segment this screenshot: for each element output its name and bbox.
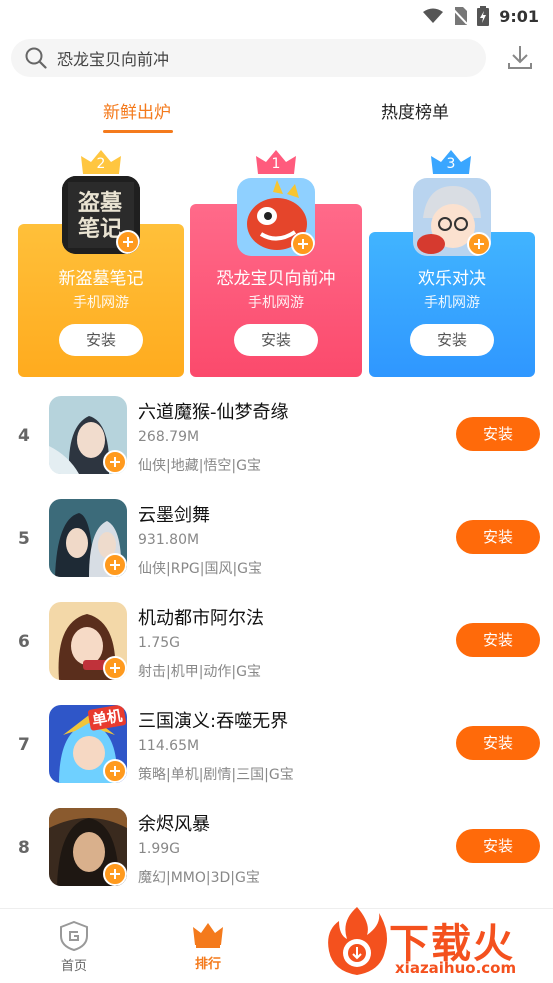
- game-icon[interactable]: 盗墓笔记: [62, 176, 140, 254]
- podium-game-name: 欢乐对决: [418, 269, 486, 289]
- game-title: 云墨剑舞: [138, 505, 210, 526]
- download-icon[interactable]: [507, 44, 533, 70]
- install-button[interactable]: 安装: [234, 324, 318, 356]
- game-size: 268.79M: [138, 429, 200, 445]
- ranking-tabs: 新鲜出炉 热度榜单: [0, 86, 553, 136]
- list-item[interactable]: 4 六道魔猴-仙梦奇缘 268.79M 仙侠|地藏|悟空|G宝 安装: [0, 388, 553, 491]
- nav-home[interactable]: 首页: [44, 921, 104, 974]
- g-coin-badge-icon: [103, 656, 127, 680]
- home-shield-icon: [60, 921, 88, 951]
- game-tags: 仙侠|RPG|国风|G宝: [138, 561, 263, 577]
- game-size: 114.65M: [138, 738, 200, 754]
- battery-icon: [477, 6, 490, 26]
- active-tab-indicator: [103, 130, 173, 133]
- crown-icon-rank-3: 3: [431, 150, 471, 174]
- list-rank: 5: [18, 529, 30, 549]
- podium-game-name: 新盗墓笔记: [58, 269, 144, 289]
- search-icon: [25, 47, 47, 69]
- status-time: 9:01: [499, 6, 539, 26]
- game-tags: 射击|机甲|动作|G宝: [138, 664, 261, 680]
- podium-game-category: 手机网游: [424, 295, 480, 311]
- crown-icon: [193, 923, 223, 948]
- podium-rank: 2: [96, 156, 106, 172]
- nav-label: 排行: [194, 957, 221, 972]
- list-item[interactable]: 7 单机 三国演义:吞噬无界 114.65M 策略|单机|剧情|三国|G宝 安装: [0, 697, 553, 800]
- wifi-icon: [423, 8, 444, 23]
- game-tags: 策略|单机|剧情|三国|G宝: [138, 767, 294, 783]
- install-button[interactable]: 安装: [456, 623, 540, 657]
- tab-hot-chart[interactable]: 热度榜单: [381, 98, 449, 123]
- install-button[interactable]: 安装: [456, 520, 540, 554]
- game-title: 六道魔猴-仙梦奇缘: [138, 402, 289, 423]
- search-text: 恐龙宝贝向前冲: [57, 50, 170, 69]
- game-icon[interactable]: [49, 396, 127, 474]
- flame-logo-icon: [328, 907, 387, 975]
- podium-game-name: 恐龙宝贝向前冲: [216, 269, 336, 289]
- g-coin-badge-icon: [103, 862, 127, 886]
- game-title: 机动都市阿尔法: [138, 608, 264, 629]
- game-size: 931.80M: [138, 532, 200, 548]
- list-rank: 6: [18, 632, 30, 652]
- search-input[interactable]: 恐龙宝贝向前冲: [11, 39, 486, 77]
- list-item[interactable]: 8 余烬风暴 1.99G 魔幻|MMO|3D|G宝 安装: [0, 800, 553, 903]
- top-three-podium: 新盗墓笔记 手机网游 安装 2 盗墓笔记 恐龙宝贝向前冲 手机网游 安装 1 欢…: [0, 146, 553, 382]
- game-tags: 魔幻|MMO|3D|G宝: [138, 870, 260, 886]
- install-button[interactable]: 安装: [59, 324, 143, 356]
- podium-rank: 1: [271, 156, 281, 172]
- g-coin-badge-icon: [103, 553, 127, 577]
- list-item[interactable]: 6 机动都市阿尔法 1.75G 射击|机甲|动作|G宝 安装: [0, 594, 553, 697]
- install-button[interactable]: 安装: [456, 726, 540, 760]
- game-icon[interactable]: 单机: [49, 705, 127, 783]
- watermark-logo: 下载火 xiazaihuo.com: [325, 903, 547, 983]
- crown-icon-rank-1: 1: [256, 150, 296, 174]
- status-bar: 9:01: [0, 0, 553, 32]
- nav-label: 首页: [60, 959, 87, 974]
- podium-rank: 3: [446, 156, 456, 172]
- game-icon[interactable]: [49, 499, 127, 577]
- g-coin-badge-icon: [103, 759, 127, 783]
- podium-game-category: 手机网游: [248, 295, 304, 311]
- game-icon[interactable]: [237, 178, 315, 256]
- list-rank: 8: [18, 838, 30, 858]
- podium-game-category: 手机网游: [73, 295, 129, 311]
- list-rank: 7: [18, 735, 30, 755]
- watermark-url: xiazaihuo.com: [395, 959, 517, 977]
- tab-fresh[interactable]: 新鲜出炉: [103, 98, 171, 123]
- list-rank: 4: [18, 426, 30, 446]
- game-title: 三国演义:吞噬无界: [138, 711, 289, 732]
- game-icon[interactable]: [413, 178, 491, 256]
- game-size: 1.75G: [138, 635, 181, 651]
- search-row: 恐龙宝贝向前冲: [0, 36, 553, 80]
- game-size: 1.99G: [138, 841, 181, 857]
- crown-icon-rank-2: 2: [81, 150, 121, 174]
- g-coin-badge-icon: [291, 232, 315, 256]
- game-title: 余烬风暴: [138, 814, 210, 835]
- game-icon[interactable]: [49, 602, 127, 680]
- list-item[interactable]: 5 云墨剑舞 931.80M 仙侠|RPG|国风|G宝 安装: [0, 491, 553, 594]
- app-screen: 9:01 恐龙宝贝向前冲 新鲜出炉 热度榜单 新盗墓笔记 手机网游 安装 2 盗…: [0, 0, 553, 983]
- install-button[interactable]: 安装: [410, 324, 494, 356]
- nav-ranking[interactable]: 排行: [178, 921, 238, 972]
- install-button[interactable]: 安装: [456, 417, 540, 451]
- no-sim-icon: [453, 7, 468, 25]
- install-button[interactable]: 安装: [456, 829, 540, 863]
- g-coin-badge-icon: [103, 450, 127, 474]
- game-icon[interactable]: [49, 808, 127, 886]
- g-coin-badge-icon: [467, 232, 491, 256]
- game-tags: 仙侠|地藏|悟空|G宝: [138, 458, 261, 474]
- g-coin-badge-icon: [116, 230, 140, 254]
